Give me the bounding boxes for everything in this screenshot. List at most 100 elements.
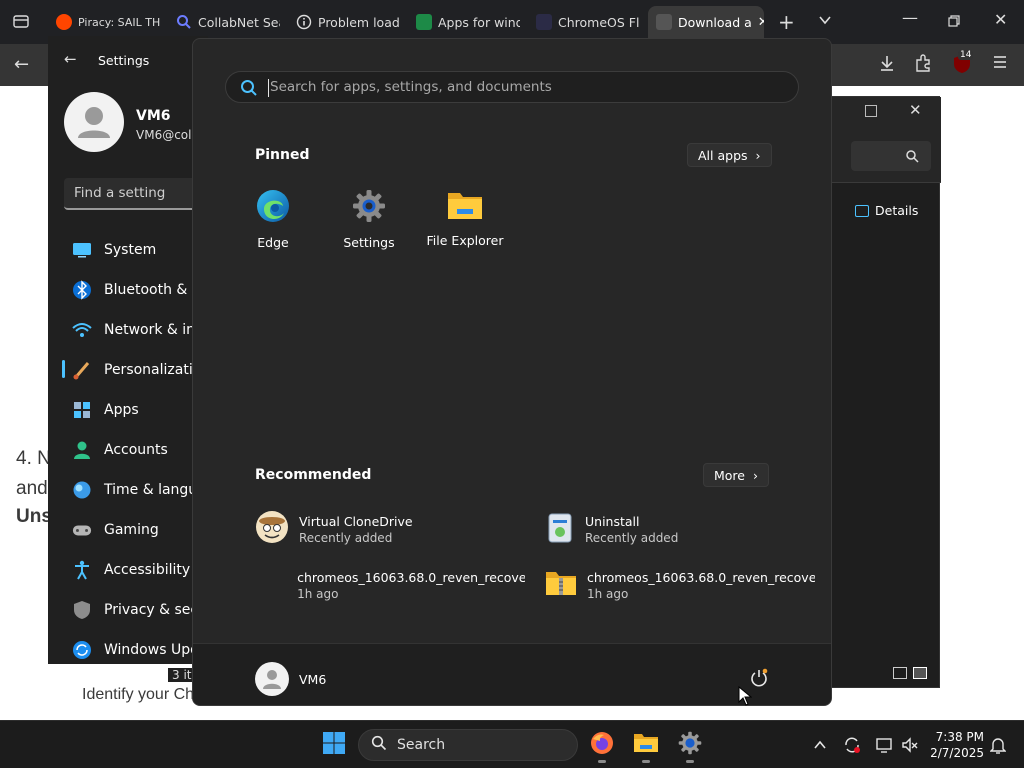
settings-gear-icon bbox=[678, 731, 702, 759]
browser-tab-collabnet[interactable]: CollabNet Sea bbox=[168, 6, 280, 38]
extensions-icon[interactable] bbox=[914, 54, 932, 76]
browser-tab-problem[interactable]: Problem loadin bbox=[288, 6, 400, 38]
start-search-input[interactable]: Search for apps, settings, and documents bbox=[225, 71, 799, 103]
explorer-header: ✕ bbox=[821, 97, 941, 183]
step-text-line2: and bbox=[16, 478, 48, 499]
tab-label: Problem loadin bbox=[318, 14, 400, 30]
pinned-app-settings[interactable]: Settings bbox=[321, 189, 417, 255]
close-tab-icon[interactable]: ✕ bbox=[758, 15, 764, 30]
clock-time: 7:38 PM bbox=[935, 730, 984, 744]
start-button[interactable] bbox=[316, 729, 352, 761]
all-apps-button[interactable]: All apps › bbox=[687, 143, 772, 167]
tab-label: Apps for wind bbox=[438, 14, 520, 30]
gamepad-icon bbox=[72, 520, 92, 540]
details-pane-icon bbox=[855, 204, 869, 217]
pinned-app-edge[interactable]: Edge bbox=[225, 189, 321, 255]
taskbar-settings[interactable] bbox=[672, 729, 708, 763]
tab-label: Download a bbox=[678, 14, 752, 30]
avatar[interactable] bbox=[64, 92, 124, 152]
pinned-app-file-explorer[interactable]: File Explorer bbox=[417, 189, 513, 255]
settings-gear-icon bbox=[352, 189, 386, 227]
blank-file-icon bbox=[255, 568, 287, 602]
reddit-icon bbox=[56, 14, 72, 30]
step-text: 4. N bbox=[16, 448, 51, 469]
explorer-search-box[interactable] bbox=[851, 141, 931, 171]
close-window-icon[interactable]: ✕ bbox=[994, 10, 1007, 29]
back-arrow-icon[interactable]: ← bbox=[64, 50, 77, 68]
minimize-icon[interactable]: — bbox=[902, 8, 918, 27]
browser-tab-apps[interactable]: Apps for wind bbox=[408, 6, 520, 38]
browser-tab-chromeos[interactable]: ChromeOS Fle bbox=[528, 6, 640, 38]
menu-icon[interactable] bbox=[992, 54, 1008, 74]
view-toggle[interactable] bbox=[893, 667, 927, 679]
tab-label: CollabNet Sea bbox=[198, 14, 280, 30]
chromeos-icon bbox=[536, 14, 552, 30]
globe-clock-icon bbox=[72, 480, 92, 500]
maximize-icon[interactable] bbox=[865, 105, 877, 117]
step-text-line3: Uns bbox=[16, 506, 52, 527]
more-button[interactable]: More › bbox=[703, 463, 769, 487]
wifi-icon bbox=[72, 320, 92, 340]
apps-icon bbox=[72, 400, 92, 420]
start-footer: VM6 bbox=[193, 643, 831, 705]
start-menu: Search for apps, settings, and documents… bbox=[192, 38, 832, 706]
user-name: VM6 bbox=[136, 108, 171, 124]
volume-muted-icon[interactable] bbox=[900, 735, 920, 755]
firefox-icon bbox=[590, 731, 614, 759]
file-explorer-window: ✕ Details bbox=[820, 96, 941, 688]
network-icon[interactable] bbox=[874, 735, 894, 755]
recommended-heading: Recommended bbox=[255, 467, 372, 483]
back-arrow-icon[interactable]: ← bbox=[14, 54, 29, 75]
tab-list-chevron-icon[interactable] bbox=[818, 12, 832, 31]
selected-nav-indicator bbox=[62, 360, 65, 378]
details-button[interactable]: Details bbox=[855, 203, 918, 218]
taskbar-firefox[interactable] bbox=[584, 729, 620, 763]
taskbar-search[interactable]: Search bbox=[358, 729, 578, 761]
identify-text: Identify your Ch bbox=[82, 686, 195, 703]
find-setting-input[interactable]: Find a setting bbox=[64, 178, 208, 210]
search-icon bbox=[906, 150, 919, 163]
sheet-icon bbox=[416, 14, 432, 30]
monitor-icon bbox=[72, 240, 92, 260]
new-tab-icon[interactable]: + bbox=[778, 10, 795, 34]
shield-icon bbox=[72, 600, 92, 620]
tile-view-icon[interactable] bbox=[913, 667, 927, 679]
recommended-item-chromeos-file[interactable]: chromeos_16063.68.0_reven_recove... 1h a… bbox=[255, 563, 525, 607]
taskbar-clock[interactable]: 7:38 PM 2/7/2025 bbox=[928, 729, 984, 761]
chevron-right-icon: › bbox=[753, 467, 758, 483]
bluetooth-icon bbox=[72, 280, 92, 300]
tab-actions-icon[interactable] bbox=[12, 12, 30, 34]
recommended-item-uninstall[interactable]: Uninstall Recently added bbox=[545, 507, 815, 551]
running-indicator bbox=[642, 760, 650, 763]
running-indicator bbox=[598, 760, 606, 763]
list-view-icon[interactable] bbox=[893, 667, 907, 679]
settings-header: ← Settings bbox=[48, 36, 208, 86]
chevron-up-icon[interactable] bbox=[810, 735, 830, 755]
taskbar: Search 7:38 PM 2/7/2025 bbox=[0, 720, 1024, 768]
clonedrive-icon bbox=[255, 510, 289, 548]
brush-icon bbox=[72, 360, 92, 380]
chevron-right-icon: › bbox=[755, 147, 761, 163]
browser-tab-piracy[interactable]: Piracy: SAIL THE bbox=[48, 6, 160, 38]
recommended-item-virtual-clonedrive[interactable]: Virtual CloneDrive Recently added bbox=[255, 507, 525, 551]
avatar[interactable] bbox=[255, 662, 289, 696]
accessibility-icon bbox=[72, 560, 92, 580]
search-icon bbox=[371, 735, 387, 755]
pinned-heading: Pinned bbox=[255, 147, 310, 163]
edge-icon bbox=[256, 189, 290, 227]
recommended-item-chromeos-zip[interactable]: chromeos_16063.68.0_reven_recove... 1h a… bbox=[545, 563, 815, 607]
footer-user-name[interactable]: VM6 bbox=[299, 672, 326, 687]
close-icon[interactable]: ✕ bbox=[909, 101, 922, 119]
taskbar-file-explorer[interactable] bbox=[628, 729, 664, 763]
sync-icon[interactable] bbox=[842, 735, 862, 755]
download-icon[interactable] bbox=[878, 54, 896, 76]
search-icon bbox=[240, 79, 258, 101]
browser-tab-download[interactable]: Download a ✕ bbox=[648, 6, 764, 38]
update-icon bbox=[72, 640, 92, 660]
power-icon[interactable] bbox=[749, 668, 769, 688]
restore-icon[interactable] bbox=[948, 12, 960, 31]
mouse-cursor-icon bbox=[738, 685, 753, 710]
text-caret bbox=[268, 79, 269, 97]
notification-bell-icon[interactable] bbox=[988, 735, 1008, 755]
clock-date: 2/7/2025 bbox=[930, 746, 984, 760]
